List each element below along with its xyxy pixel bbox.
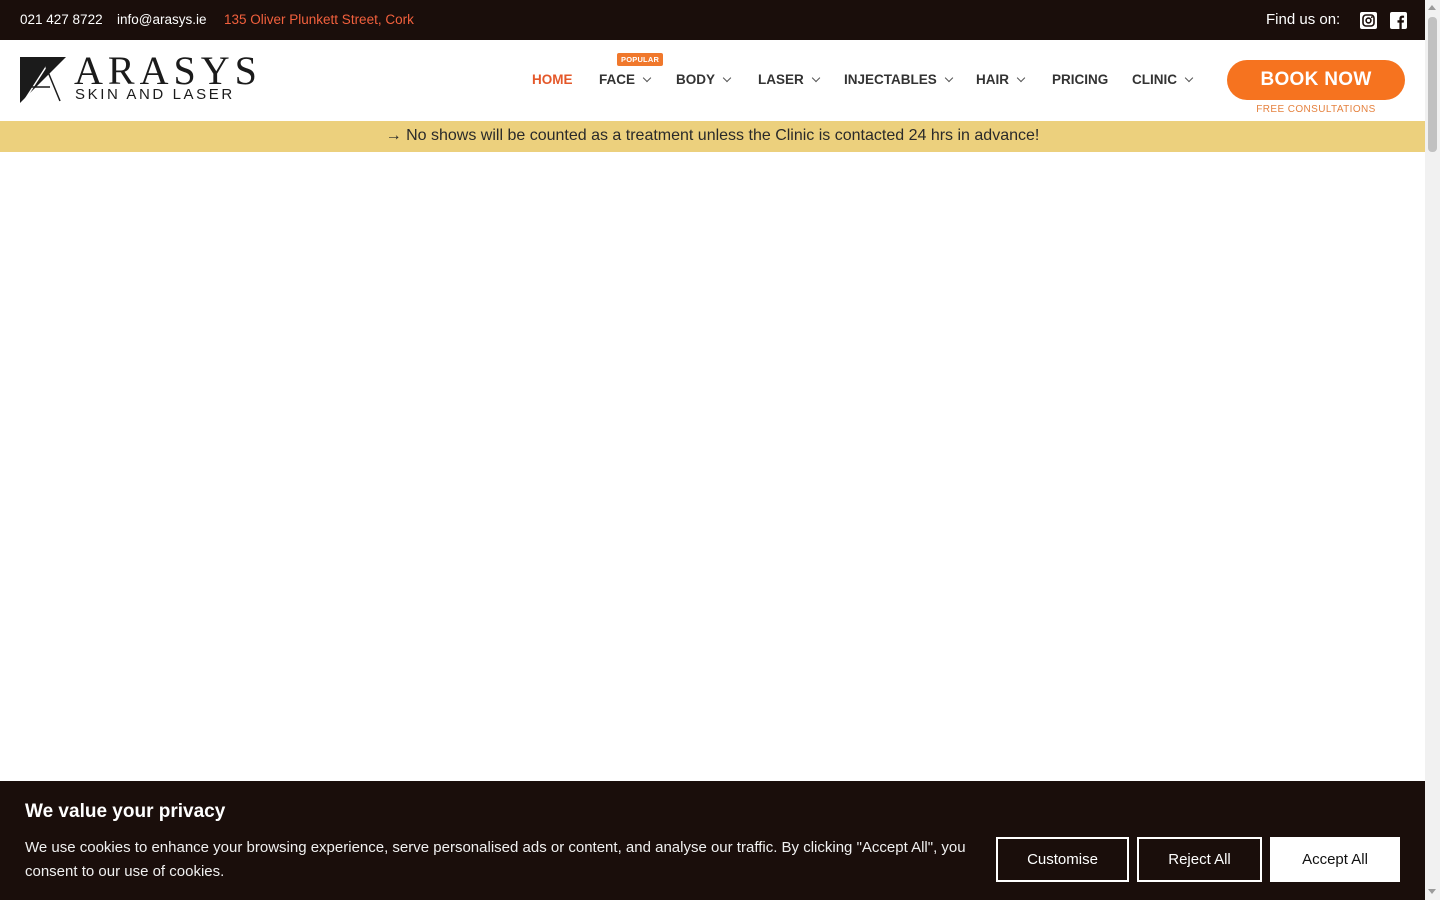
cookie-text: We use cookies to enhance your browsing … — [25, 839, 966, 880]
address-link[interactable]: 135 Oliver Plunkett Street, Cork — [224, 12, 414, 27]
nav-item-pricing[interactable]: PRICING — [1052, 72, 1108, 87]
scroll-up-icon[interactable] — [1428, 5, 1436, 10]
vertical-scrollbar[interactable] — [1425, 0, 1440, 900]
scroll-down-icon[interactable] — [1428, 889, 1436, 894]
cookie-title: We value your privacy — [25, 801, 226, 822]
page-content — [0, 152, 1425, 781]
nav-item-injectables[interactable]: INJECTABLES — [844, 72, 954, 87]
customise-button[interactable]: Customise — [996, 837, 1129, 882]
chevron-down-icon — [811, 73, 821, 83]
chevron-down-icon — [1016, 73, 1026, 83]
scroll-thumb[interactable] — [1428, 17, 1437, 152]
nav-item-clinic[interactable]: CLINIC — [1132, 72, 1194, 87]
reject-all-button[interactable]: Reject All — [1137, 837, 1262, 882]
main-nav: HOME POPULAR FACE BODY LASER INJECTABLES… — [0, 40, 1220, 121]
nav-item-body[interactable]: BODY — [676, 72, 732, 87]
site-header: ARASYS SKIN AND LASER HOME POPULAR FACE … — [0, 40, 1425, 121]
instagram-icon[interactable] — [1360, 12, 1377, 29]
nav-item-face[interactable]: FACE — [599, 72, 652, 87]
book-now-button[interactable]: BOOK NOW — [1227, 60, 1405, 100]
chevron-down-icon — [722, 73, 732, 83]
chevron-down-icon — [1184, 73, 1194, 83]
free-consultations-label: FREE CONSULTATIONS — [1256, 104, 1376, 115]
nav-item-laser[interactable]: LASER — [758, 72, 821, 87]
nav-item-hair[interactable]: HAIR — [976, 72, 1026, 87]
accept-all-button[interactable]: Accept All — [1270, 837, 1400, 882]
popular-badge: POPULAR — [617, 53, 664, 66]
chevron-down-icon — [944, 73, 954, 83]
find-us-label: Find us on: — [1266, 11, 1341, 28]
chevron-down-icon — [642, 73, 652, 83]
phone-link[interactable]: 021 427 8722 — [20, 12, 103, 27]
nav-item-home[interactable]: HOME — [532, 72, 573, 87]
top-bar: 021 427 8722 info@arasys.ie 135 Oliver P… — [0, 0, 1425, 40]
notice-banner: → No shows will be counted as a treatmen… — [0, 121, 1425, 152]
cookie-banner: We value your privacy We use cookies to … — [0, 781, 1425, 900]
email-link[interactable]: info@arasys.ie — [117, 12, 207, 27]
facebook-icon[interactable] — [1390, 12, 1407, 29]
